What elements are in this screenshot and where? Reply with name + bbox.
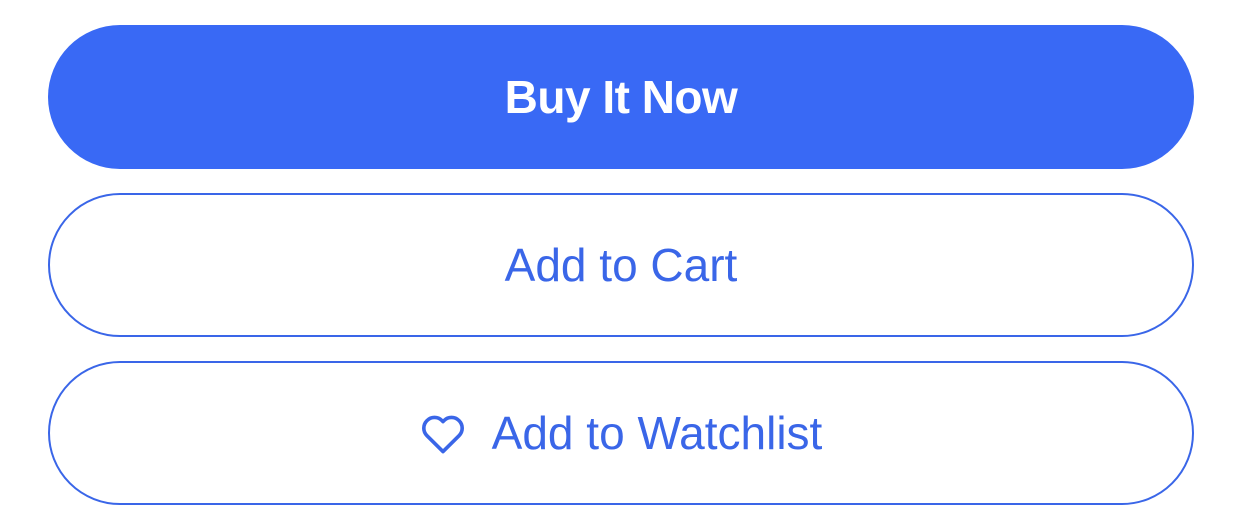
add-to-cart-button[interactable]: Add to Cart [48,193,1194,337]
heart-icon [420,413,466,455]
add-to-watchlist-label: Add to Watchlist [491,407,823,459]
add-to-cart-label: Add to Cart [504,239,738,291]
buy-it-now-button[interactable]: Buy It Now [48,25,1194,169]
add-to-watchlist-button[interactable]: Add to Watchlist [48,361,1194,505]
buy-it-now-label: Buy It Now [504,71,738,123]
